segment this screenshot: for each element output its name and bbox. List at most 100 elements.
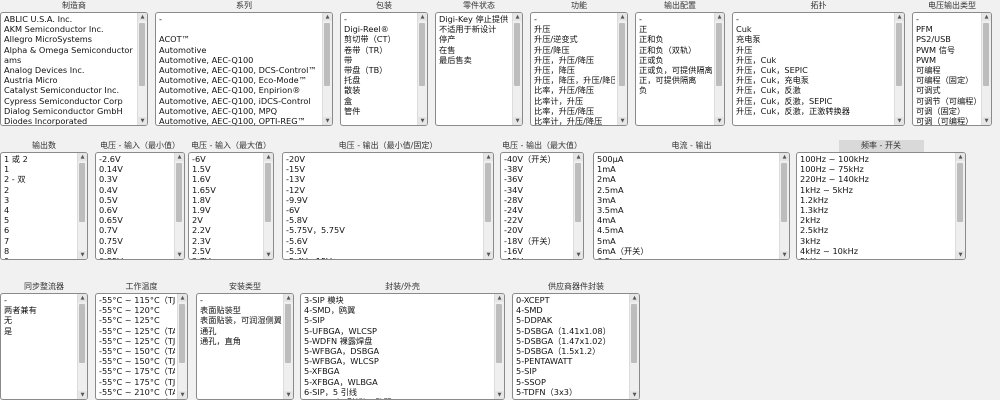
list-option[interactable]: 0.7V [99,225,172,235]
list-option[interactable]: 充电泵 [736,34,892,44]
scroll-up-icon[interactable]: ▲ [513,13,522,21]
scrollbar[interactable]: ▲ ▼ [283,294,293,399]
list-option[interactable]: 盒 [344,96,415,106]
list-option[interactable]: -55°C ~ 120°C [99,305,175,315]
scrollbar-thumb[interactable] [179,304,185,363]
listbox[interactable]: -40V（开关） -38V -36V -34V -28V -24V -22V -20V -18V… [500,152,584,260]
list-option[interactable]: 升压，Cuk，反激，SEPIC [736,96,892,106]
listbox[interactable]: - 正正和负 正和负（双轨） 正或负 正或负，可提供隔离 正，可提供隔离负 ▲ ▼ [635,12,725,126]
list-option[interactable]: - [200,295,281,305]
list-option[interactable]: - [159,14,320,24]
list-option[interactable]: 可调（固定） [916,106,979,116]
scroll-up-icon[interactable]: ▲ [895,13,904,21]
list-option[interactable]: -55°C ~ 210°C（TA） [99,387,175,397]
scrollbar[interactable]: ▲ ▼ [137,13,147,125]
list-option[interactable]: - [736,14,892,24]
scroll-up-icon[interactable]: ▲ [264,153,273,161]
list-option[interactable]: 4-SMD，鸥翼 [304,305,492,315]
listbox[interactable]: 100Hz ~ 100kHz 100Hz ~ 75kHz 220Hz ~ 140kH… [796,152,966,260]
list-option[interactable]: 6-SMD（5 引线），鸥翼 [304,397,492,399]
scrollbar-thumb[interactable] [716,23,722,86]
list-option[interactable]: -5.5V [286,246,481,256]
list-option[interactable]: -12V [286,185,481,195]
scroll-down-icon[interactable]: ▼ [78,391,87,399]
listbox[interactable]: - ACOT™ Automotive Automotive, AEC-Q100 Auto… [155,12,333,126]
list-option[interactable]: 可编程 [916,65,979,75]
list-option[interactable]: -55°C ~ 225°C（TA） [99,397,175,399]
list-option[interactable]: 220Hz ~ 140kHz [800,174,953,184]
listbox[interactable]: - 升压 升压/逆变式 升压/降压 升压，升压/降压 升压，降压 升压，降压，升压/降压 比率… [530,12,628,126]
scrollbar[interactable]: ▲ ▼ [483,153,493,259]
list-option[interactable]: 两者兼有 [4,305,75,315]
list-option[interactable]: 是 [4,326,75,336]
list-option[interactable]: 1 或 2 [4,154,75,164]
list-option[interactable]: 7 [4,236,75,246]
list-option[interactable]: 停产 [439,34,510,44]
list-option[interactable]: 5-TDFN（3x3） [516,387,627,397]
list-option[interactable]: PWM 信号 [916,45,979,55]
scroll-up-icon[interactable]: ▲ [418,13,427,21]
scrollbar-thumb[interactable] [514,23,520,86]
list-option[interactable]: -15V [286,164,481,174]
list-option[interactable]: -34V [504,185,571,195]
scrollbar[interactable]: ▲ ▼ [894,13,904,125]
scrollbar[interactable]: ▲ ▼ [629,294,639,399]
listbox[interactable]: 500µA 1mA 2mA 2.5mA 3mA 3.5mA 4mA 4.5mA 5mA 6mA（开… [593,152,790,260]
scrollbar-thumb[interactable] [496,304,502,363]
list-option[interactable]: 无 [4,315,75,325]
scroll-up-icon[interactable]: ▲ [956,153,965,161]
list-option[interactable]: ACOT™ [159,34,320,44]
scrollbar-thumb[interactable] [631,304,637,363]
list-option[interactable]: -5.6V [286,236,481,246]
list-option[interactable]: 5mA [597,236,777,246]
list-option[interactable]: Alpha & Omega Semiconductor Inc. [4,45,135,55]
scroll-up-icon[interactable]: ▲ [138,13,147,21]
list-option[interactable]: 表面贴装型 [200,305,281,315]
scroll-up-icon[interactable]: ▲ [178,294,187,302]
list-option[interactable]: 升压，Cuk [736,55,892,65]
scrollbar-thumb[interactable] [896,23,902,86]
list-option[interactable]: 3 [4,195,75,205]
list-option[interactable]: 5-UFBGA，WLCSP [304,326,492,336]
list-option[interactable]: 通孔 [200,326,281,336]
list-option[interactable]: -22V [504,215,571,225]
scroll-down-icon[interactable]: ▼ [895,117,904,125]
list-option[interactable]: -6V [192,154,261,164]
list-option[interactable]: Diodes Incorporated [4,116,135,125]
list-option[interactable]: 正或负，可提供隔离 [639,65,712,75]
scrollbar-thumb[interactable] [265,163,271,222]
list-option[interactable]: 升压，Cuk，SEPIC [736,65,892,75]
listbox[interactable]: - PFM PS2/USB PWM 信号 PWM 可编程 可编程（固定） 可调式 可调节（可编程… [912,12,992,126]
list-option[interactable]: ams [4,55,135,65]
list-option[interactable]: 3.5mA [597,205,777,215]
scrollbar[interactable]: ▲ ▼ [981,13,991,125]
list-option[interactable]: PS2/USB [916,34,979,44]
list-option[interactable]: 带 [344,55,415,65]
list-option[interactable]: 5-DSBGA（1.41x1.08） [516,326,627,336]
list-option[interactable]: 升压/降压 [534,45,615,55]
list-option[interactable]: AKM Semiconductor Inc. [4,24,135,34]
list-option[interactable]: -5.75V，5.75V [286,225,481,235]
list-option[interactable]: 5kHz [800,256,953,259]
listbox[interactable]: - Digi-Reel® 剪切带（CT） 卷带（TR）带带盘（TB） 托盘 散装盒管件 ▲ ▼ [340,12,428,126]
list-option[interactable]: 4kHz ~ 10kHz [800,246,953,256]
list-option[interactable]: Automotive, AEC-Q100, OPTI-REG™ [159,116,320,125]
list-option[interactable]: Digi-Key 停止提供 [439,14,510,24]
list-option[interactable]: -38V [504,164,571,174]
scrollbar[interactable]: ▲ ▼ [714,13,724,125]
list-option[interactable]: PWM [916,55,979,65]
listbox[interactable]: 3-SIP 模块 4-SMD，鸥翼 5-SIP 5-UFBGA，WLCSP 5-WDFN… [300,293,505,400]
listbox[interactable]: - 表面贴装型 表面贴装，可润湿侧翼 通孔 通孔，直角 ▲ ▼ [196,293,294,400]
list-option[interactable]: 0.5V [99,195,172,205]
list-option[interactable]: 3kHz [800,236,953,246]
list-option[interactable]: -55°C ~ 115°C（TJ） [99,295,175,305]
scrollbar-thumb[interactable] [285,304,291,363]
list-option[interactable]: PFM [916,24,979,34]
scroll-down-icon[interactable]: ▼ [484,251,493,259]
list-option[interactable]: 0.4V [99,185,172,195]
list-option[interactable]: 带盘（TB） [344,65,415,75]
scroll-down-icon[interactable]: ▼ [495,391,504,399]
list-option[interactable]: 5-SIP [516,366,627,376]
list-option[interactable]: Automotive [159,45,320,55]
list-option[interactable]: 散装 [344,85,415,95]
